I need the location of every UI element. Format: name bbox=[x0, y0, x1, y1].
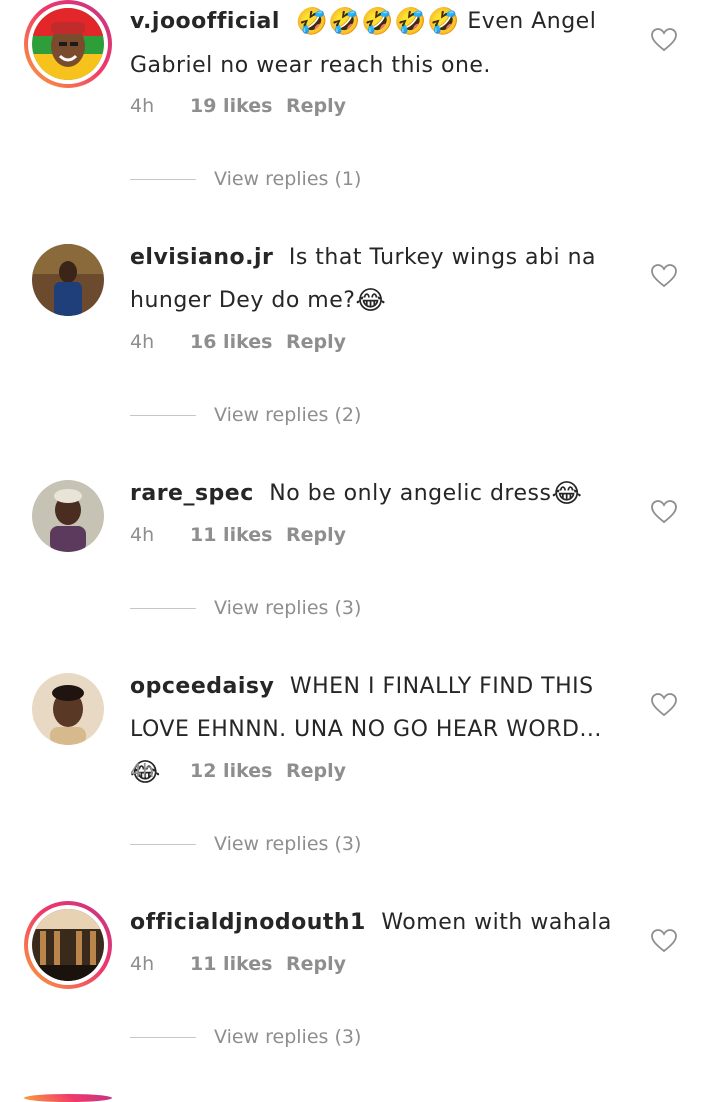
replies-divider bbox=[130, 843, 196, 845]
reply-button[interactable]: Reply bbox=[286, 953, 346, 975]
emoji-rofl-icon: 🤣🤣🤣🤣🤣 bbox=[295, 7, 460, 37]
replies-divider bbox=[130, 178, 196, 180]
avatar[interactable] bbox=[32, 480, 104, 552]
avatar bbox=[32, 909, 104, 981]
comment-meta: 4h 12 likes Reply bbox=[130, 760, 346, 782]
view-replies-label: View replies (2) bbox=[214, 404, 362, 426]
replies-divider bbox=[130, 414, 196, 416]
view-replies-label: View replies (3) bbox=[214, 597, 362, 619]
avatar bbox=[32, 8, 104, 80]
heart-outline-icon[interactable] bbox=[651, 929, 677, 953]
heart-outline-icon[interactable] bbox=[651, 28, 677, 52]
comment-meta: 4h 11 likes Reply bbox=[130, 953, 346, 975]
emoji-joy-icon: 😂 bbox=[355, 286, 387, 316]
comment-likes[interactable]: 11 likes bbox=[190, 524, 286, 546]
comment-meta: 4h 11 likes Reply bbox=[130, 524, 346, 546]
view-replies-button[interactable]: View replies (1) bbox=[130, 168, 361, 190]
replies-divider bbox=[130, 1036, 196, 1038]
comment-likes[interactable]: 19 likes bbox=[190, 95, 286, 117]
comment-text: elvisiano.jr Is that Turkey wings abi na… bbox=[130, 236, 620, 323]
reply-button[interactable]: Reply bbox=[286, 95, 346, 117]
view-replies-label: View replies (3) bbox=[214, 833, 362, 855]
comment-text: rare_spec No be only angelic dress😂 bbox=[130, 472, 620, 516]
view-replies-label: View replies (3) bbox=[214, 1026, 362, 1048]
avatar[interactable] bbox=[32, 673, 104, 745]
reply-button[interactable]: Reply bbox=[286, 760, 346, 782]
emoji-joy-icon: 😂 bbox=[551, 479, 583, 509]
comment-text: officialdjnodouth1 Women with wahala bbox=[130, 901, 620, 944]
avatar-story-ring[interactable] bbox=[24, 901, 112, 989]
comment-username[interactable]: elvisiano.jr bbox=[130, 245, 273, 270]
heart-outline-icon[interactable] bbox=[651, 264, 677, 288]
comment-likes[interactable]: 11 likes bbox=[190, 953, 286, 975]
view-replies-label: View replies (1) bbox=[214, 168, 362, 190]
comment-meta: 4h 19 likes Reply bbox=[130, 95, 346, 117]
view-replies-button[interactable]: View replies (2) bbox=[130, 404, 361, 426]
reply-button[interactable]: Reply bbox=[286, 524, 346, 546]
avatar-story-ring[interactable] bbox=[24, 1094, 112, 1102]
view-replies-button[interactable]: View replies (3) bbox=[130, 833, 361, 855]
avatar[interactable] bbox=[32, 244, 104, 316]
comment-username[interactable]: officialdjnodouth1 bbox=[130, 910, 366, 935]
reply-button[interactable]: Reply bbox=[286, 331, 346, 353]
comment-time: 4h bbox=[130, 524, 155, 546]
comment-time: 4h bbox=[130, 760, 155, 782]
comment-likes[interactable]: 12 likes bbox=[190, 760, 286, 782]
view-replies-button[interactable]: View replies (3) bbox=[130, 1026, 361, 1048]
comment-time: 4h bbox=[130, 95, 155, 117]
comment-meta: 4h 16 likes Reply bbox=[130, 331, 346, 353]
replies-divider bbox=[130, 607, 196, 609]
comment-username[interactable]: v.jooofficial bbox=[130, 9, 280, 34]
comment-body: Women with wahala bbox=[381, 910, 612, 935]
comment-body: No be only angelic dress bbox=[269, 481, 552, 506]
heart-outline-icon[interactable] bbox=[651, 500, 677, 524]
view-replies-button[interactable]: View replies (3) bbox=[130, 597, 361, 619]
heart-outline-icon[interactable] bbox=[651, 693, 677, 717]
comment-time: 4h bbox=[130, 331, 155, 353]
comment-text: v.jooofficial 🤣🤣🤣🤣🤣 Even Angel Gabriel n… bbox=[130, 0, 620, 87]
comment-time: 4h bbox=[130, 953, 155, 975]
comment-username[interactable]: opceedaisy bbox=[130, 674, 274, 699]
avatar-story-ring[interactable] bbox=[24, 0, 112, 88]
comment-username[interactable]: rare_spec bbox=[130, 481, 254, 506]
comment-likes[interactable]: 16 likes bbox=[190, 331, 286, 353]
